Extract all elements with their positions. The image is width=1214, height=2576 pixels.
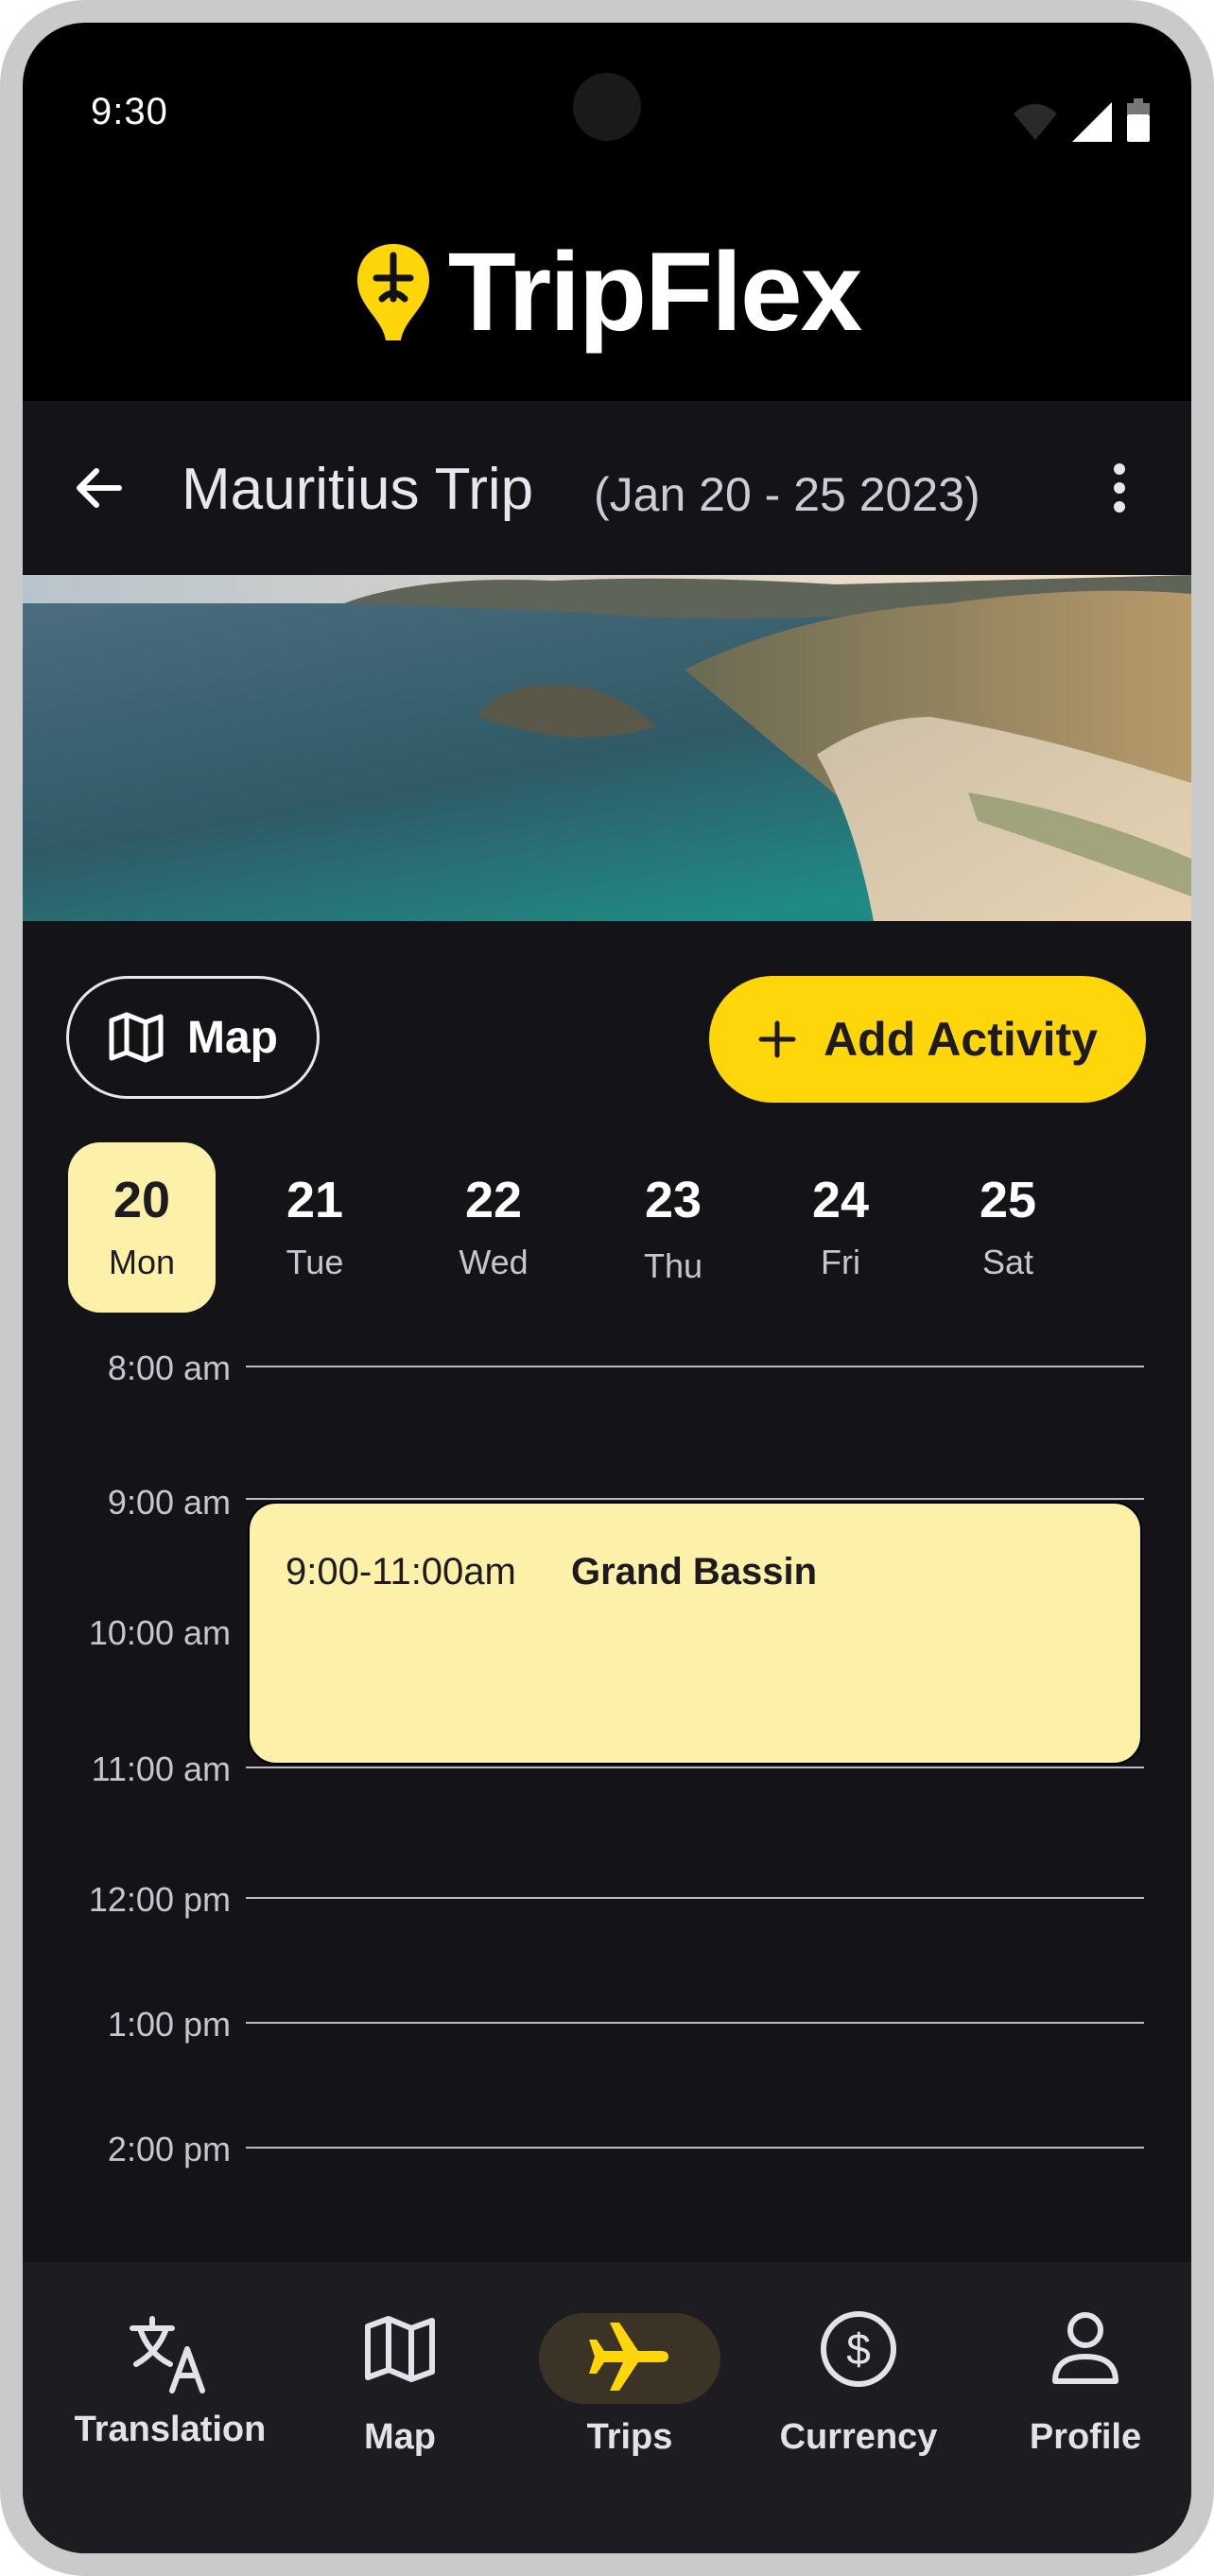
plus-icon: [758, 1020, 796, 1058]
add-activity-label: Add Activity: [824, 1013, 1098, 1066]
map-button[interactable]: Map: [66, 976, 320, 1099]
event-name: Grand Bassin: [571, 1551, 818, 1593]
location-pin-logo-icon: [356, 244, 429, 340]
front-camera: [573, 73, 641, 141]
app-logo: TripFlex: [23, 212, 1191, 373]
more-vert-icon[interactable]: [1089, 458, 1150, 518]
status-icons: [1012, 95, 1150, 142]
event-time: 9:00-11:00am: [286, 1551, 516, 1593]
currency-icon: $: [821, 2311, 896, 2387]
battery-icon: [1127, 98, 1150, 142]
day-chip-fri[interactable]: 24 Fri: [767, 1142, 914, 1313]
top-app-bar: Mauritius Trip (Jan 20 - 25 2023): [23, 401, 1191, 575]
hour-divider: [246, 1897, 1144, 1899]
svg-text:$: $: [846, 2324, 871, 2374]
time-label: 12:00 pm: [88, 1880, 231, 1919]
time-label: 11:00 am: [91, 1749, 231, 1788]
time-label: 9:00 am: [107, 1483, 231, 1522]
map-button-label: Map: [187, 1012, 278, 1063]
day-chip-sat[interactable]: 25 Sat: [934, 1142, 1082, 1313]
trip-title: Mauritius Trip: [182, 457, 534, 522]
time-label: 10:00 am: [88, 1613, 231, 1652]
hour-divider: [246, 2147, 1144, 2149]
hour-divider: [246, 1366, 1144, 1367]
translate-icon: [130, 2316, 205, 2393]
day-number: 20: [113, 1172, 171, 1228]
airplane-icon: [589, 2323, 668, 2391]
day-name: Wed: [459, 1243, 529, 1281]
nav-item-translation[interactable]: Translation: [57, 2262, 284, 2451]
day-number: 22: [464, 1172, 523, 1228]
day-name: Sat: [981, 1243, 1034, 1281]
brand-name: TripFlex: [447, 230, 862, 355]
day-chip-thu[interactable]: 23 Thu: [599, 1142, 747, 1313]
nav-label: Trips: [586, 2417, 673, 2457]
day-name: Tue: [286, 1243, 344, 1281]
signal-icon: [1072, 102, 1112, 142]
trip-dates: (Jan 20 - 25 2023): [594, 468, 980, 521]
day-name: Mon: [108, 1243, 176, 1281]
back-arrow-icon[interactable]: [68, 458, 129, 518]
time-label: 1:00 pm: [107, 2005, 231, 2044]
hour-divider: [246, 1498, 1144, 1500]
nav-label: Profile: [1029, 2417, 1142, 2457]
nav-label: Map: [364, 2417, 436, 2457]
day-number: 23: [644, 1172, 702, 1228]
status-time: 9:30: [91, 91, 168, 132]
phone-screen: 9:30 TripFlex Mauritius Trip (Jan 20 - 2…: [23, 23, 1191, 2553]
day-chip-mon[interactable]: 20 Mon: [68, 1142, 216, 1313]
trip-cover-image: [23, 575, 1191, 921]
day-chip-tue[interactable]: 21 Tue: [241, 1142, 389, 1313]
profile-icon: [1052, 2312, 1119, 2384]
nav-item-currency[interactable]: $ Currency: [745, 2262, 972, 2457]
time-label: 2:00 pm: [107, 2130, 231, 2168]
day-name: Fri: [821, 1243, 860, 1281]
add-activity-button[interactable]: Add Activity: [709, 976, 1146, 1103]
time-label: 8:00 am: [107, 1349, 231, 1387]
hour-divider: [246, 2022, 1144, 2024]
hour-divider: [246, 1767, 1144, 1768]
nav-item-trips[interactable]: Trips: [516, 2262, 743, 2457]
nav-label: Currency: [779, 2417, 938, 2457]
activity-event-card[interactable]: 9:00-11:00am Grand Bassin: [248, 1502, 1142, 1765]
day-number: 25: [979, 1172, 1037, 1228]
nav-item-profile[interactable]: Profile: [972, 2262, 1191, 2457]
day-chip-wed[interactable]: 22 Wed: [420, 1142, 567, 1313]
map-icon: [109, 1012, 164, 1063]
wifi-icon: [1014, 104, 1057, 140]
map-icon: [365, 2316, 435, 2382]
nav-item-map[interactable]: Map: [286, 2262, 513, 2457]
bottom-navigation: Translation Map Trips $ Currency Profile: [23, 2262, 1191, 2553]
nav-label: Translation: [74, 2410, 267, 2449]
day-number: 21: [286, 1172, 344, 1228]
day-number: 24: [811, 1172, 870, 1228]
day-name: Thu: [643, 1246, 703, 1285]
phone-frame: 9:30 TripFlex Mauritius Trip (Jan 20 - 2…: [0, 0, 1214, 2576]
